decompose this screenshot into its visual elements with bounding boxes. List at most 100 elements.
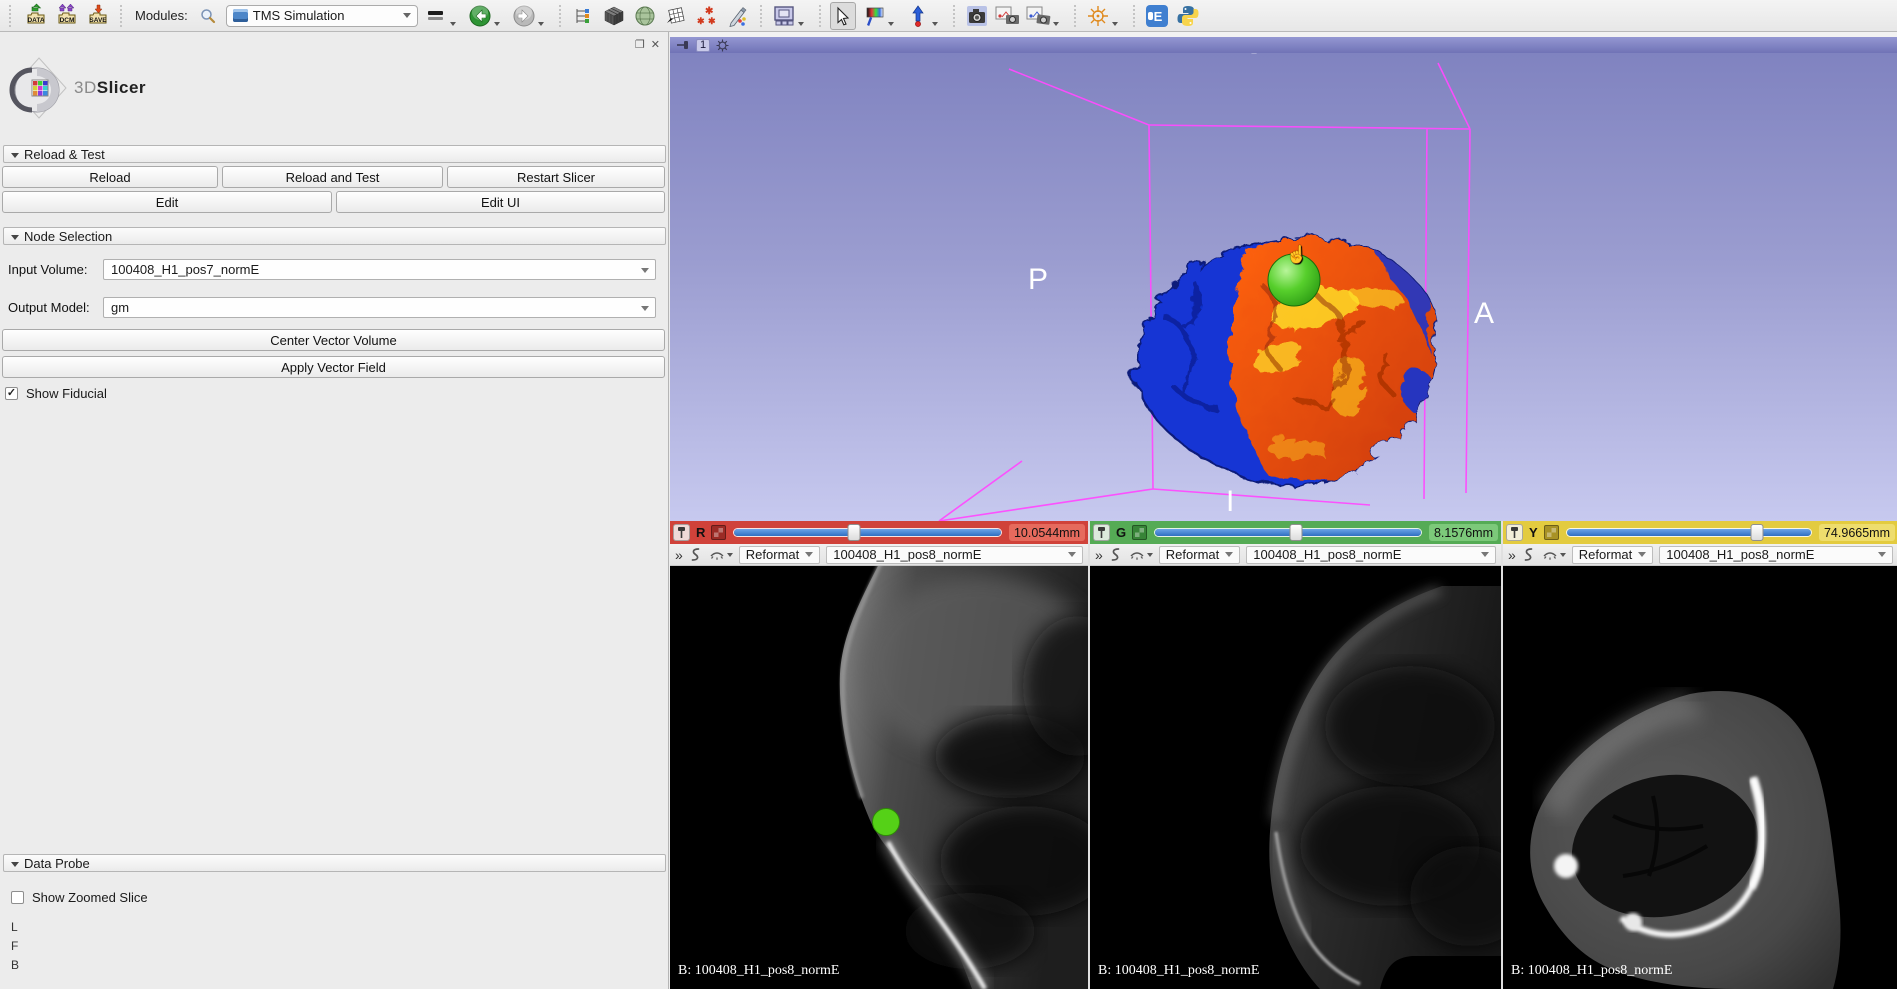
slider-handle[interactable] [1290,524,1303,541]
module-back-button[interactable] [467,2,493,30]
slice-offset-value: 10.0544mm [1009,524,1085,541]
load-data-button[interactable]: DATA [23,2,49,30]
yellow-slice-controls: » Reformat 100408_H1_pos8_normE [1503,544,1897,566]
apply-vector-field-button[interactable]: Apply Vector Field [2,356,665,378]
extensions-manager-button[interactable]: E [1144,2,1170,30]
slice-visibility-control[interactable] [709,549,733,561]
float-panel-icon[interactable]: ❐ [635,38,645,51]
module-history-button[interactable] [423,2,449,30]
main-toolbar: DATA DCM SAVE Modules: TMS Simulation [0,0,1897,32]
toolbar-grip [9,5,15,27]
volumes-module-button[interactable] [601,2,627,30]
slice-letter: R [694,525,707,540]
slider-handle[interactable] [1751,524,1764,541]
more-options-chevron[interactable]: » [1508,547,1515,563]
pane-number-badge: 1 [696,39,710,52]
save-button[interactable]: SAVE [85,2,111,30]
visibility-eye-icon [1129,549,1145,561]
chevron-down-icon [932,22,938,26]
more-options-chevron[interactable]: » [1095,547,1102,563]
volume-combobox[interactable]: 100408_H1_pos8_normE [1246,546,1496,564]
place-point-icon [908,5,928,27]
link-slices-icon[interactable] [1521,547,1536,562]
yellow-slice-image[interactable]: B: 100408_H1_pos8_normE [1503,566,1897,989]
svg-text:✱: ✱ [697,16,705,26]
camera-icon [965,5,989,27]
section-header-node-selection[interactable]: Node Selection [3,227,666,245]
reformat-combobox[interactable]: Reformat [739,546,820,564]
layout-selector-button[interactable] [771,2,797,30]
reformat-combobox[interactable]: Reformat [1572,546,1653,564]
module-forward-button[interactable] [511,2,537,30]
visibility-eye-icon [1542,549,1558,561]
reload-button[interactable]: Reload [2,166,218,188]
green-slice-bar: G 8.1576mm [1090,521,1501,544]
edit-button[interactable]: Edit [2,191,332,213]
slice-visibility-control[interactable] [1542,549,1566,561]
slider-groove[interactable] [1567,529,1811,536]
slice-offset-slider[interactable] [1155,528,1421,537]
chevron-down-icon [1225,552,1233,557]
slice-offset-slider[interactable] [1567,528,1811,537]
screenshot-button[interactable] [964,2,990,30]
import-dicom-button[interactable]: DCM [54,2,80,30]
pin-icon[interactable] [1093,524,1110,541]
3d-view[interactable]: 1 [670,32,1897,521]
slider-groove[interactable] [1155,529,1421,536]
models-module-button[interactable] [632,2,658,30]
link-slices-icon[interactable] [688,547,703,562]
output-model-combobox[interactable]: gm [103,297,656,318]
pin-icon[interactable] [673,524,690,541]
show-zoomed-slice-checkbox-row: Show Zoomed Slice [11,890,148,905]
volume-combobox[interactable]: 100408_H1_pos8_normE [1659,546,1893,564]
volume-combobox[interactable]: 100408_H1_pos8_normE [826,546,1083,564]
module-search-button[interactable] [195,2,221,30]
slice-intersection-icon[interactable] [1544,525,1559,540]
chevron-down-icon [888,22,894,26]
annotations-module-button[interactable] [725,2,751,30]
window-level-button[interactable] [861,2,887,30]
module-selector-combobox[interactable]: TMS Simulation [226,5,418,27]
svg-text:SAVE: SAVE [89,17,107,24]
python-console-button[interactable] [1175,2,1201,30]
slice-intersection-icon[interactable] [711,525,726,540]
slider-groove[interactable] [734,529,1001,536]
show-zoomed-slice-checkbox[interactable] [11,891,24,904]
view-controls-icon[interactable] [716,39,729,52]
pin-icon[interactable] [1506,524,1523,541]
mouse-interaction-button[interactable] [830,2,856,30]
restart-slicer-button[interactable]: Restart Slicer [447,166,665,188]
close-panel-icon[interactable]: ✕ [651,38,660,51]
slice-intersection-icon[interactable] [1132,525,1147,540]
reload-and-test-button[interactable]: Reload and Test [222,166,443,188]
input-volume-combobox[interactable]: 100408_H1_pos7_normE [103,259,656,280]
show-module-panel-button[interactable] [570,2,596,30]
markups-module-button[interactable]: ✱ ✱ ✱ [694,2,720,30]
scene-view-capture-button[interactable] [995,2,1021,30]
3d-canvas[interactable]: P A I S ☝ [670,53,1897,521]
section-header-reload-test[interactable]: Reload & Test [3,145,666,163]
place-fiducial-button[interactable] [905,2,931,30]
transforms-module-button[interactable] [663,2,689,30]
more-options-chevron[interactable]: » [675,547,682,563]
chevron-down-icon [1147,553,1153,557]
module-list-icon [573,6,593,26]
slider-handle[interactable] [848,524,861,541]
show-fiducial-checkbox[interactable]: ✓ [5,387,18,400]
red-slice-image[interactable]: B: 100408_H1_pos8_normE [670,566,1088,989]
show-fiducial-label: Show Fiducial [26,386,107,401]
crosshair-button[interactable] [1085,2,1111,30]
pin-icon[interactable] [676,39,690,51]
center-vector-volume-button[interactable]: Center Vector Volume [2,329,665,351]
reformat-combobox[interactable]: Reformat [1159,546,1240,564]
section-header-data-probe[interactable]: Data Probe [3,854,666,872]
model-sphere-icon [634,5,656,27]
3d-scene [670,53,1897,521]
slice-visibility-control[interactable] [1129,549,1153,561]
toolbar-separator [819,5,821,27]
scene-view-restore-button[interactable] [1026,2,1052,30]
edit-ui-button[interactable]: Edit UI [336,191,665,213]
green-slice-image[interactable]: B: 100408_H1_pos8_normE [1090,566,1501,989]
link-slices-icon[interactable] [1108,547,1123,562]
slice-offset-slider[interactable] [734,528,1001,537]
